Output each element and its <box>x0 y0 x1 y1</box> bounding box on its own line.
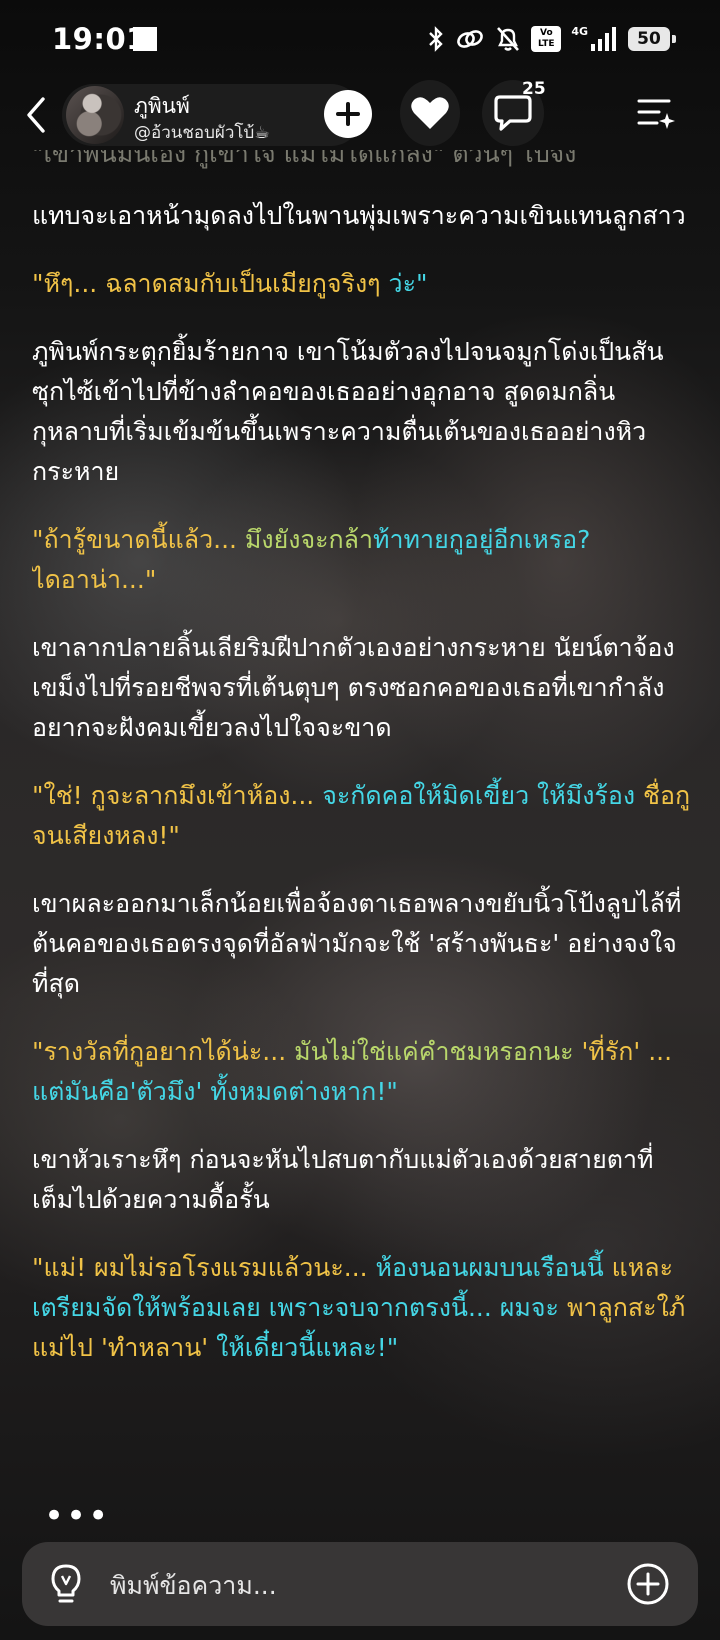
volte-badge: Vo LTE <box>531 26 562 52</box>
signal-icon <box>591 27 616 51</box>
faded-line: "เขาพันมันเอง กูเข้าใจ แม่ไม่ได้แกล้ง" ต… <box>32 150 577 168</box>
dialogue-segment: "ถ้ารู้ขนาดนี้แล้ว... <box>32 525 245 554</box>
comment-icon <box>494 95 532 131</box>
message-input[interactable] <box>108 1562 612 1608</box>
dialogue-segment: แต่มันคือ'ตัวมึง' ทั้งหมดต่างหาก!" <box>32 1077 398 1106</box>
battery-icon: 50 <box>628 27 676 51</box>
dialogue-segment: ท้าทายกูอยู่อีกเหรอ? <box>373 525 591 554</box>
dialogue-segment: มึงยังจะกล้า <box>244 525 374 554</box>
plus-icon <box>336 102 360 126</box>
chat-header: ภูพินพ์ @อ้วนชอบผัวโบ้☕ 25 <box>0 79 720 150</box>
dialogue-paragraph: "หึๆ... ฉลาดสมกับเป็นเมียกูจริงๆ ว่ะ" <box>32 264 692 304</box>
narration-paragraph: เขาลากปลายลิ้นเลียริมฝีปากตัวเองอย่างกระ… <box>32 633 675 742</box>
menu-button[interactable] <box>630 88 680 138</box>
status-bar: 19:01 Vo LTE 4G 50 <box>0 0 720 80</box>
story-content: "เขาพันมันเอง กูเข้าใจ แม่ไม่ได้แกล้ง" ต… <box>32 150 692 1480</box>
dialogue-segment: "รางวัลที่กูอยากได้น่ะ... <box>32 1037 295 1066</box>
back-button[interactable] <box>14 92 58 138</box>
menu-sparkle-icon <box>637 99 675 129</box>
message-input-bar <box>22 1542 698 1626</box>
heart-icon <box>411 97 449 129</box>
dialogue-paragraph: "ใช่! กูจะลากมึงเข้าห้อง... จะกัดคอให้มิ… <box>32 776 692 856</box>
dialogue-segment: เตรียมจัดให้พร้อมเลย เพราะจบจากตรงนี้...… <box>32 1293 567 1322</box>
dialogue-segment: ให้เดี๋ยวนี้แหละ!" <box>216 1333 399 1362</box>
bell-muted-icon <box>497 27 520 51</box>
dialogue-paragraph: "ถ้ารู้ขนาดนี้แล้ว... มึงยังจะกล้าท้าทาย… <box>32 520 692 600</box>
notification-icon <box>133 27 157 51</box>
narration-paragraph: เขาหัวเราะหึๆ ก่อนจะหันไปสบตากับแม่ตัวเอ… <box>32 1145 654 1214</box>
battery-level: 50 <box>637 29 661 49</box>
volte-bottom-label: LTE <box>538 39 555 49</box>
avatar[interactable] <box>66 86 124 144</box>
dialogue-paragraph: "แม่! ผมไม่รอโรงแรมแล้วนะ... ห้องนอนผมบน… <box>32 1248 692 1368</box>
narration-paragraph: ภูพินพ์กระตุกยิ้มร้ายกาจ เขาโน้มตัวลงไปจ… <box>32 337 664 486</box>
dialogue-segment: ไดอาน่า..." <box>32 565 157 594</box>
dialogue-segment: มันไม่ใช่แค่คำชมหรอกนะ <box>294 1037 582 1066</box>
lightbulb-icon[interactable] <box>46 1562 86 1606</box>
dialogue-segment: ว่ะ" <box>388 269 428 298</box>
story-body: แทบจะเอาหน้ามุดลงไปในพานพุ่มเพราะความเขิ… <box>32 150 692 1368</box>
narration-paragraph: แทบจะเอาหน้ามุดลงไปในพานพุ่มเพราะความเขิ… <box>32 201 686 230</box>
dialogue-segment: "ใช่! กูจะลากมึงเข้าห้อง... <box>32 781 323 810</box>
dialogue-paragraph: "รางวัลที่กูอยากได้น่ะ... มันไม่ใช่แค่คำ… <box>32 1032 692 1112</box>
volte-top-label: Vo <box>539 28 553 38</box>
character-profile[interactable]: ภูพินพ์ @อ้วนชอบผัวโบ้☕ <box>62 84 362 146</box>
comment-count: 25 <box>522 79 546 99</box>
dialogue-segment: 'ที่รัก' ... <box>581 1037 673 1066</box>
network-type: 4G <box>571 24 588 38</box>
follow-button[interactable] <box>324 90 372 138</box>
link-icon <box>457 30 484 48</box>
bluetooth-icon <box>429 26 444 52</box>
dialogue-segment: ห้องนอนผมบนเรือนนี้ <box>375 1253 612 1282</box>
dialogue-segment: แหละ <box>611 1253 673 1282</box>
add-circle-icon[interactable] <box>626 1562 670 1606</box>
status-icons: Vo LTE 4G 50 <box>427 22 676 56</box>
dialogue-segment: จะกัดคอให้มิดเขี้ยว ให้มึงร้อง <box>322 781 644 810</box>
dialogue-segment: "แม่! ผมไม่รอโรงแรมแล้วนะ... <box>32 1253 376 1282</box>
dialogue-segment: "หึๆ... ฉลาดสมกับเป็นเมียกูจริงๆ <box>32 269 389 298</box>
back-arrow-icon <box>27 97 45 133</box>
character-handle: @อ้วนชอบผัวโบ้☕ <box>134 123 270 143</box>
like-button[interactable] <box>400 80 460 146</box>
narration-paragraph: เขาผละออกมาเล็กน้อยเพื่อจ้องตาเธอพลางขยั… <box>32 889 682 998</box>
typing-ellipsis: ••• <box>44 1496 111 1536</box>
